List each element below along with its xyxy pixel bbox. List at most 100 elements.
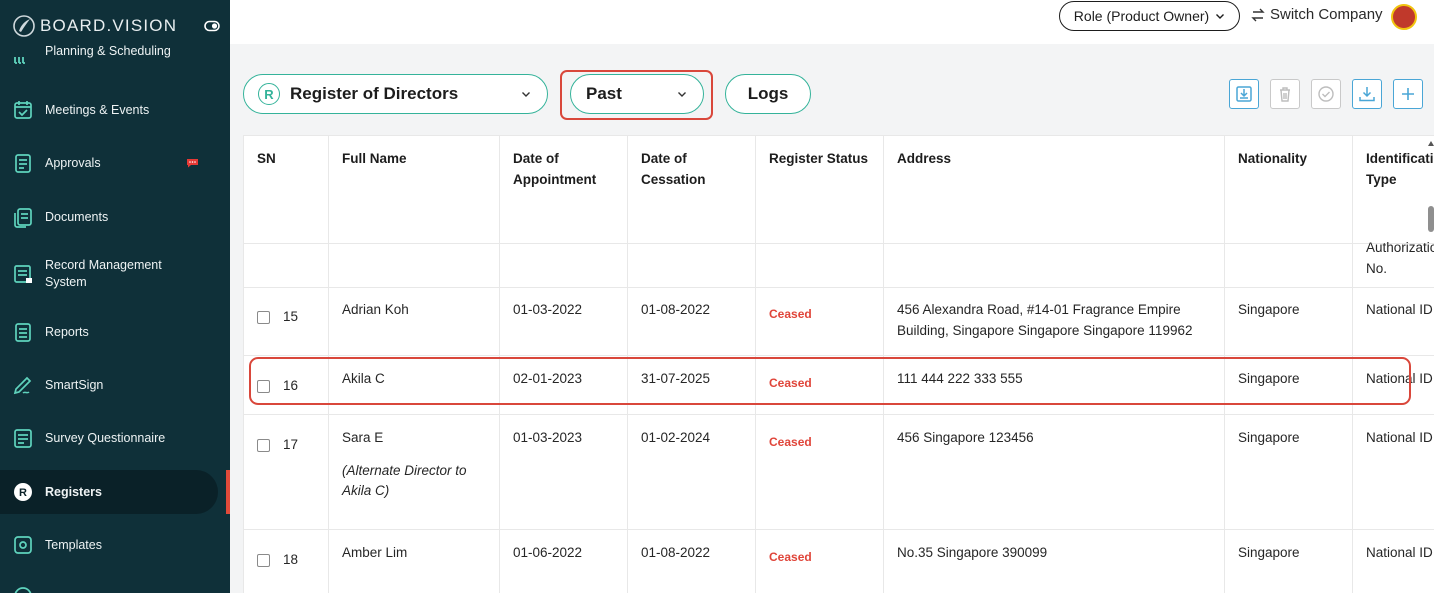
id-type-value: National ID xyxy=(1366,302,1433,317)
director-name: Sara E xyxy=(342,430,384,445)
brand-logo[interactable]: BOARD.VISION xyxy=(12,14,220,38)
signature-icon xyxy=(13,376,32,395)
import-icon xyxy=(1236,86,1252,102)
status-filter-dropdown[interactable]: Past xyxy=(570,74,704,114)
sn-value: 18 xyxy=(283,552,299,567)
sidebar-item-meetings[interactable]: Meetings & Events xyxy=(0,98,218,122)
table-row[interactable]: 17 Sara E (Alternate Director to Akila C… xyxy=(243,414,1434,530)
cell-sn: 16 xyxy=(243,355,329,415)
chat-badge-icon xyxy=(187,159,198,168)
register-badge: R xyxy=(258,83,280,105)
table-row[interactable]: 18 Amber Lim 01-06-2022 01-08-2022 Cease… xyxy=(243,529,1434,593)
table-cell xyxy=(1224,243,1353,288)
approve-button[interactable] xyxy=(1311,79,1341,109)
chevron-down-icon xyxy=(678,92,686,97)
chevron-down-icon xyxy=(1216,14,1225,19)
cell-appointment: 01-03-2023 xyxy=(499,414,628,530)
sidebar-toggle-icon[interactable] xyxy=(204,20,220,32)
row-checkbox[interactable] xyxy=(257,310,270,324)
table-row[interactable]: 16 Akila C 02-01-2023 31-07-2025 Ceased … xyxy=(243,355,1434,415)
cell-status: Ceased xyxy=(755,414,884,530)
sidebar-item-planning[interactable]: Planning & Scheduling xyxy=(0,44,218,67)
cell-status: Ceased xyxy=(755,287,884,356)
cell-address: No.35 Singapore 390099 xyxy=(883,529,1225,593)
calendar-grid-icon xyxy=(14,57,25,64)
cell-full-name: Akila C xyxy=(328,355,500,415)
cell-status: Ceased xyxy=(755,529,884,593)
status-badge: Ceased xyxy=(769,307,812,321)
logs-button[interactable]: Logs xyxy=(725,74,811,114)
sn-value: 16 xyxy=(283,378,299,393)
cell-full-name: Adrian Koh xyxy=(328,287,500,356)
cell-status: Ceased xyxy=(755,355,884,415)
sidebar-item-label: Record Management System xyxy=(45,258,162,289)
sidebar-item-label: SmartSign xyxy=(45,377,104,392)
sidebar: BOARD.VISION Planning & Scheduling Meeti… xyxy=(0,0,230,593)
sn-value: 17 xyxy=(283,437,299,452)
import-button[interactable] xyxy=(1229,79,1259,109)
vertical-scrollbar-thumb[interactable] xyxy=(1428,206,1434,232)
svg-text:R: R xyxy=(19,487,27,499)
header-full-name[interactable]: Full Name xyxy=(328,135,500,244)
sidebar-item-registers[interactable]: R Registers xyxy=(0,470,218,514)
cell-full-name: Amber Lim xyxy=(328,529,500,593)
sidebar-item-reports[interactable]: Reports xyxy=(0,320,218,344)
sidebar-item-documents[interactable]: Documents xyxy=(0,205,218,229)
record-icon xyxy=(14,265,32,283)
board-vision-logo-icon xyxy=(13,15,35,37)
cell-cessation: 01-08-2022 xyxy=(627,287,756,356)
sidebar-item-label: Meetings & Events xyxy=(45,102,150,117)
add-button[interactable] xyxy=(1393,79,1423,109)
active-item-marker xyxy=(226,470,230,514)
role-label: Role (Product Owner) xyxy=(1073,8,1210,24)
row-checkbox[interactable] xyxy=(257,379,270,393)
sidebar-item-label: Templates xyxy=(45,537,102,552)
cell-sn: 18 xyxy=(243,529,329,593)
sidebar-item-survey[interactable]: Survey Questionnaire xyxy=(0,426,218,450)
row-checkbox[interactable] xyxy=(257,553,270,567)
status-filter-value: Past xyxy=(586,84,622,103)
register-type-dropdown[interactable]: R Register of Directors xyxy=(243,74,548,114)
download-button[interactable] xyxy=(1352,79,1382,109)
row-checkbox[interactable] xyxy=(257,438,270,452)
cell-sn: 17 xyxy=(243,414,329,530)
header-nationality[interactable]: Nationality xyxy=(1224,135,1353,244)
cell-address: 456 Alexandra Road, #14-01 Fragrance Emp… xyxy=(883,287,1225,356)
sidebar-item-record-management[interactable]: Record Management System xyxy=(0,257,218,291)
status-badge: Ceased xyxy=(769,376,812,390)
cell-nationality: Singapore xyxy=(1224,529,1353,593)
cell-cessation: 31-07-2025 xyxy=(627,355,756,415)
cell-nationality: Singapore xyxy=(1224,287,1353,356)
scroll-up-arrow[interactable] xyxy=(1428,141,1434,146)
cell-address: 456 Singapore 123456 xyxy=(883,414,1225,530)
sn-value: 15 xyxy=(283,309,299,324)
header-date-of-appointment[interactable]: Date of Appointment xyxy=(499,135,628,244)
cell-id-type: National ID xyxy=(1352,414,1434,530)
sidebar-item-label: Registers xyxy=(45,484,102,499)
sidebar-item-smartsign[interactable]: SmartSign xyxy=(0,373,218,397)
table-row[interactable]: 15 Adrian Koh 01-03-2022 01-08-2022 Ceas… xyxy=(243,287,1434,356)
table-row-continuation: Authorization No. xyxy=(243,240,1434,288)
cell-cessation: 01-08-2022 xyxy=(627,529,756,593)
registers-icon: R xyxy=(14,483,32,501)
switch-company-button[interactable]: Switch Company xyxy=(1250,6,1383,23)
header-sn[interactable]: SN xyxy=(243,135,329,244)
company-avatar[interactable] xyxy=(1391,4,1417,30)
swap-icon xyxy=(1251,8,1265,21)
directors-table: SN Full Name Date of Appointment Date of… xyxy=(243,135,1434,593)
cell-appointment: 02-01-2023 xyxy=(499,355,628,415)
cell-full-name: Sara E (Alternate Director to Akila C) xyxy=(328,414,500,530)
sidebar-item-label: Survey Questionnaire xyxy=(45,430,166,445)
cell-id-type: National ID xyxy=(1352,529,1434,593)
sidebar-item-label: Documents xyxy=(45,209,109,224)
cell-nationality: Singapore xyxy=(1224,414,1353,530)
header-date-of-cessation[interactable]: Date of Cessation xyxy=(627,135,756,244)
role-dropdown[interactable]: Role (Product Owner) xyxy=(1059,1,1240,31)
download-icon xyxy=(1359,87,1375,102)
header-identification-type[interactable]: Identification Type xyxy=(1352,135,1434,244)
plus-icon xyxy=(1402,88,1414,100)
sidebar-item-templates[interactable]: Templates xyxy=(0,533,218,557)
header-address[interactable]: Address xyxy=(883,135,1225,244)
header-register-status[interactable]: Register Status xyxy=(755,135,884,244)
delete-button[interactable] xyxy=(1270,79,1300,109)
